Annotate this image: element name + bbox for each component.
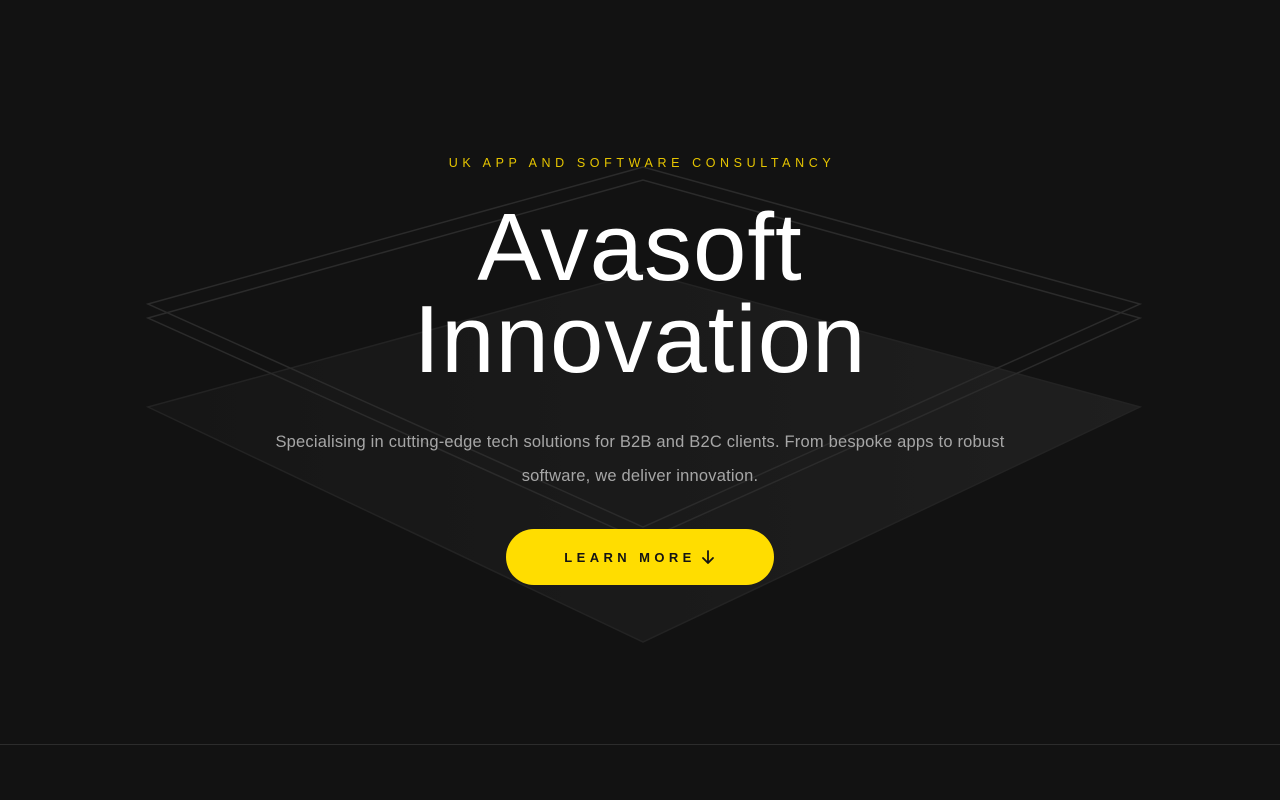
hero-eyebrow: UK APP AND SOFTWARE CONSULTANCY — [448, 156, 836, 170]
learn-more-label: LEARN MORE — [564, 549, 696, 565]
hero-title-line-2: Innovation — [413, 286, 867, 393]
arrow-down-icon — [700, 549, 716, 565]
hero-section: UK APP AND SOFTWARE CONSULTANCY Avasoft … — [0, 0, 1280, 744]
hero-title-line-1: Avasoft — [477, 194, 803, 301]
next-section — [0, 745, 1280, 800]
hero-title: Avasoft Innovation — [0, 194, 1280, 393]
hero-subtitle: Specialising in cutting-edge tech soluti… — [275, 433, 1005, 485]
learn-more-button[interactable]: LEARN MORE — [506, 529, 774, 585]
